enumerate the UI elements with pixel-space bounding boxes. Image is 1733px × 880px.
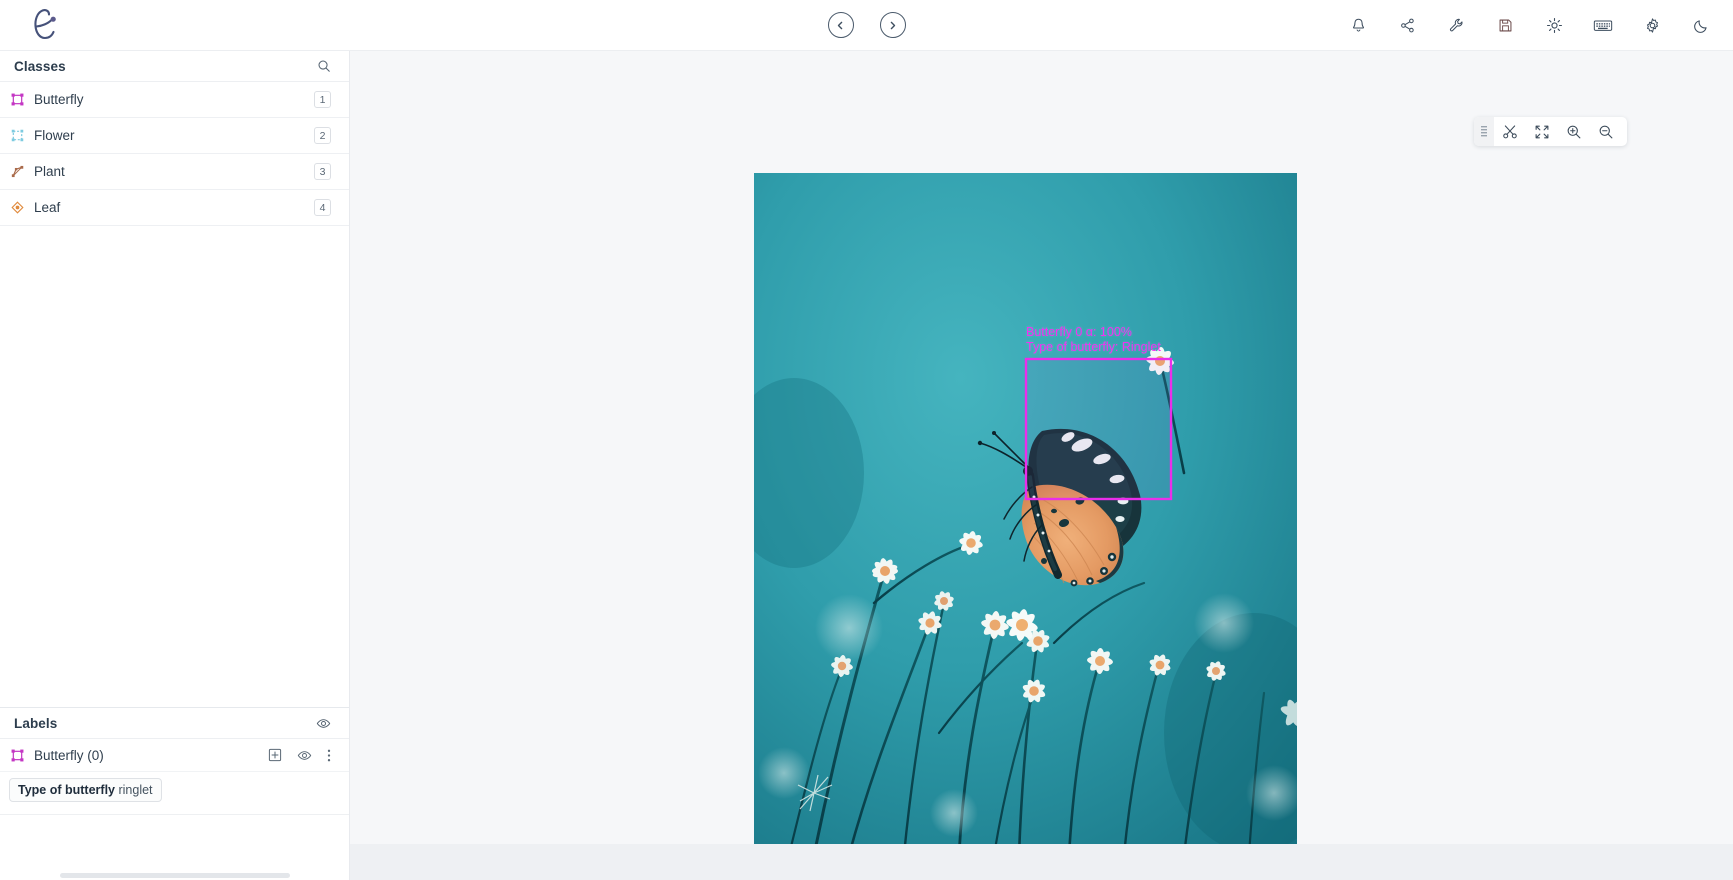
labels-panel-header: Labels xyxy=(0,708,349,739)
class-label: Butterfly xyxy=(34,92,84,107)
canvas-footer-strip xyxy=(350,844,1733,880)
class-row-plant[interactable]: Plant 3 xyxy=(0,154,349,190)
drag-handle-icon[interactable] xyxy=(1474,117,1494,146)
gear-icon[interactable] xyxy=(1638,11,1666,39)
top-bar-actions xyxy=(1344,11,1715,39)
class-label: Flower xyxy=(34,128,75,143)
class-row-flower[interactable]: Flower 2 xyxy=(0,118,349,154)
logo-zone xyxy=(0,0,350,51)
bell-icon[interactable] xyxy=(1344,11,1372,39)
save-icon[interactable] xyxy=(1491,11,1519,39)
class-shortcut-badge: 1 xyxy=(314,91,331,108)
image-canvas[interactable]: Butterfly 0 α: 100% Type of butterfly: R… xyxy=(350,51,1733,880)
class-row-leaf[interactable]: Leaf 4 xyxy=(0,190,349,226)
label-title: Butterfly (0) xyxy=(34,747,104,763)
add-frame-icon[interactable] xyxy=(268,748,282,762)
attribute-value: ringlet xyxy=(118,783,153,797)
brightness-icon[interactable] xyxy=(1540,11,1568,39)
attribute-chip-type-of-butterfly[interactable]: Type of butterfly ringlet xyxy=(9,778,162,802)
classes-list: Butterfly 1 Flower 2 Plant 3 Leaf 4 xyxy=(0,82,349,226)
bounding-box-icon xyxy=(6,89,28,111)
zoom-in-icon[interactable] xyxy=(1558,117,1590,146)
classes-panel-header: Classes xyxy=(0,51,349,82)
left-sidebar: Classes Butterfly 1 Flower 2 Plant 3 Lea… xyxy=(0,51,350,880)
top-bar xyxy=(0,0,1733,51)
bounding-box-icon xyxy=(6,744,28,766)
class-label: Leaf xyxy=(34,200,61,215)
share-icon[interactable] xyxy=(1393,11,1421,39)
label-row-butterfly[interactable]: Butterfly (0) xyxy=(0,739,349,772)
zoom-out-icon[interactable] xyxy=(1590,117,1622,146)
previous-item-button[interactable] xyxy=(827,12,854,38)
keyboard-icon[interactable] xyxy=(1589,11,1617,39)
moon-icon[interactable] xyxy=(1687,11,1715,39)
chevron-left-icon xyxy=(837,21,843,29)
fit-screen-icon[interactable] xyxy=(1526,117,1558,146)
class-row-butterfly[interactable]: Butterfly 1 xyxy=(0,82,349,118)
main-body: Classes Butterfly 1 Flower 2 Plant 3 Lea… xyxy=(0,51,1733,880)
search-icon[interactable] xyxy=(317,59,331,73)
next-item-button[interactable] xyxy=(879,12,906,38)
eye-icon[interactable] xyxy=(316,716,331,731)
image-content xyxy=(754,173,1297,855)
canvas-toolbar xyxy=(1474,117,1627,146)
eye-icon[interactable] xyxy=(297,748,312,763)
bounding-box-annotation xyxy=(1024,357,1173,501)
scissors-icon[interactable] xyxy=(1494,117,1526,146)
chevron-right-icon xyxy=(890,21,896,29)
item-navigation xyxy=(827,12,906,38)
polygon-icon xyxy=(6,125,28,147)
labels-panel-title: Labels xyxy=(14,715,58,731)
class-shortcut-badge: 3 xyxy=(314,163,331,180)
encord-logo[interactable] xyxy=(24,8,64,42)
labels-panel-footer xyxy=(0,814,349,880)
more-icon[interactable] xyxy=(327,748,331,763)
class-shortcut-badge: 2 xyxy=(314,127,331,144)
class-shortcut-badge: 4 xyxy=(314,199,331,216)
annotation-app: Classes Butterfly 1 Flower 2 Plant 3 Lea… xyxy=(0,0,1733,880)
classes-panel-title: Classes xyxy=(14,58,66,74)
sidebar-empty-space xyxy=(0,226,349,707)
sidebar-horizontal-scrollbar[interactable] xyxy=(0,873,340,878)
polyline-icon xyxy=(6,161,28,183)
attribute-name: Type of butterfly xyxy=(18,783,115,797)
wrench-icon[interactable] xyxy=(1442,11,1470,39)
label-actions xyxy=(268,748,331,763)
labels-panel: Labels Butterfly (0) Type of butterfly r… xyxy=(0,707,349,880)
label-attributes: Type of butterfly ringlet xyxy=(0,772,349,814)
keypoint-icon xyxy=(6,197,28,219)
annotated-image[interactable]: Butterfly 0 α: 100% Type of butterfly: R… xyxy=(754,173,1297,855)
class-label: Plant xyxy=(34,164,65,179)
